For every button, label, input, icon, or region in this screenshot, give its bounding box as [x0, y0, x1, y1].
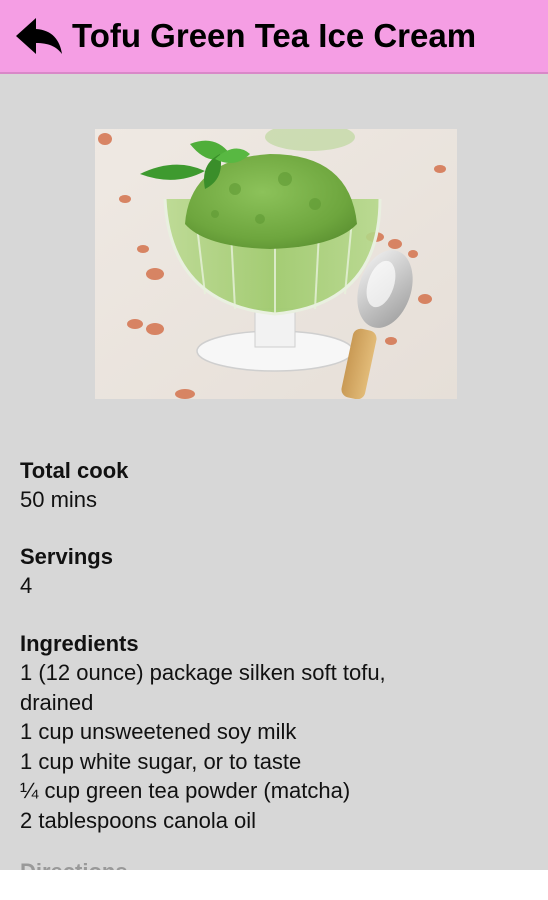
directions-label: Directions	[20, 857, 530, 870]
ingredient-item: 2 tablespoons canola oil	[20, 807, 257, 833]
servings-value: 4	[20, 573, 33, 598]
bottom-bar	[0, 870, 548, 900]
back-arrow-icon	[16, 18, 62, 54]
ingredient-item: 1 cup unsweetened soy milk	[20, 719, 297, 744]
recipe-content[interactable]: Total cook 50 mins Servings 4 Ingredient…	[0, 74, 548, 870]
total-cook-label: Total cook	[20, 458, 129, 483]
total-cook-value: 50 mins	[20, 487, 98, 512]
ingredient-item: 1 cup white sugar, or to taste	[20, 748, 302, 774]
ingredient-item: 1 (12 ounce) package silken soft tofu,	[20, 660, 386, 685]
ingredients-list: 1 (12 ounce) package silken soft tofu, d…	[20, 658, 530, 835]
ingredient-item: ¼ cup green tea powder (matcha)	[20, 778, 351, 803]
back-button[interactable]	[10, 7, 68, 65]
servings-label: Servings	[20, 544, 113, 569]
total-cook-section: Total cook 50 mins	[20, 456, 530, 514]
ingredients-section: Ingredients 1 (12 ounce) package silken …	[20, 629, 530, 835]
directions-section: Directions	[20, 857, 530, 870]
servings-section: Servings 4	[20, 542, 530, 600]
app-header: Tofu Green Tea Ice Cream	[0, 0, 548, 74]
recipe-photo	[95, 129, 457, 399]
page-title: Tofu Green Tea Ice Cream	[72, 17, 477, 54]
ingredients-label: Ingredients	[20, 631, 139, 656]
ingredient-item: drained	[20, 689, 94, 715]
app-screen: Tofu Green Tea Ice Cream Total cook 50 m…	[0, 0, 548, 900]
